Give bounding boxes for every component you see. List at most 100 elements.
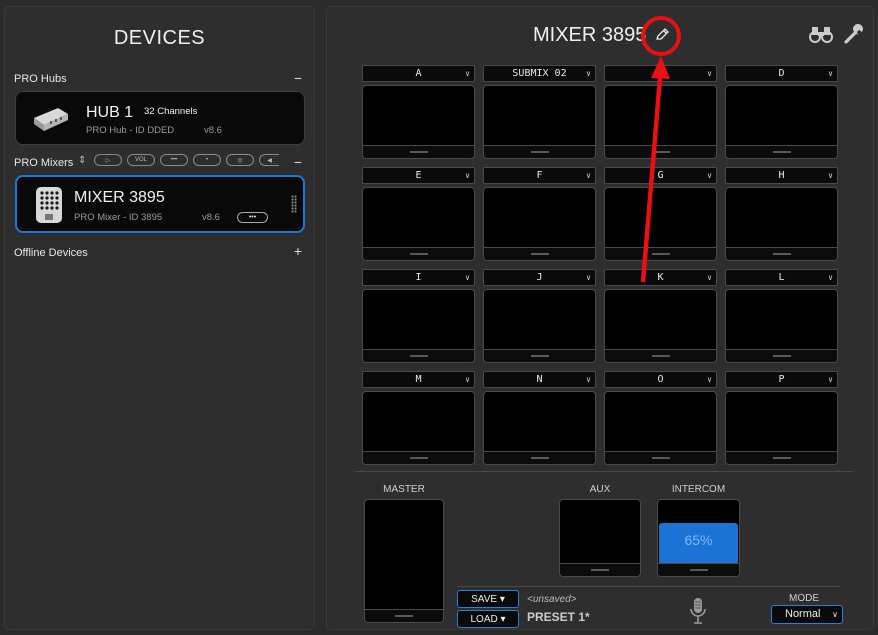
channel-tile[interactable] (604, 289, 717, 363)
chevron-down-icon: ∨ (828, 273, 833, 282)
mode-select[interactable]: Normal ∨ (771, 605, 843, 624)
channel-tile[interactable] (725, 391, 838, 465)
channel-tile[interactable] (725, 85, 838, 159)
meter-filter-icon[interactable]: ••• (160, 154, 188, 166)
chevron-down-icon: ∨ (586, 375, 591, 384)
collapse-hubs-button[interactable]: − (294, 70, 302, 86)
channel-handle[interactable] (605, 145, 716, 158)
channel-name-select[interactable]: J ∨ (483, 269, 596, 286)
channel-strip: SUBMIX 02 ∨ (483, 65, 596, 159)
channel-tile[interactable] (604, 85, 717, 159)
channel-handle[interactable] (363, 247, 474, 260)
sort-icon[interactable]: ⇕ (78, 155, 86, 166)
camera-filter-icon[interactable]: ◎ (226, 154, 254, 166)
channel-label: O (657, 374, 664, 385)
channel-handle[interactable] (484, 145, 595, 158)
channel-name-select[interactable]: I ∨ (362, 269, 475, 286)
chevron-down-icon: ∨ (828, 171, 833, 180)
channel-handle[interactable] (484, 349, 595, 362)
channel-label: A (415, 68, 422, 79)
channel-name-select[interactable]: ∨ (604, 65, 717, 82)
knob-filter-icon[interactable]: • (193, 154, 221, 166)
channel-name-select[interactable]: E ∨ (362, 167, 475, 184)
channel-strip: K ∨ (604, 269, 717, 363)
aux-handle[interactable] (560, 563, 640, 576)
pencil-icon[interactable] (654, 27, 670, 43)
chevron-down-icon: ∨ (586, 171, 591, 180)
load-button[interactable]: LOAD ▾ (457, 610, 519, 628)
wrench-icon[interactable] (843, 23, 867, 45)
channel-label: J (536, 272, 543, 283)
channel-tile[interactable] (362, 289, 475, 363)
master-handle[interactable] (365, 609, 443, 622)
channel-name-select[interactable]: H ∨ (725, 167, 838, 184)
hub-card[interactable]: HUB 1 32 Channels PRO Hub - ID DDED v8.6 (15, 91, 305, 145)
binoculars-icon[interactable] (809, 23, 833, 45)
channel-handle[interactable] (726, 349, 837, 362)
channel-tile[interactable] (483, 289, 596, 363)
channel-label: F (536, 170, 543, 181)
channel-label: K (657, 272, 664, 283)
chevron-down-icon: ∨ (707, 273, 712, 282)
channel-tile[interactable] (483, 85, 596, 159)
channel-name-select[interactable]: D ∨ (725, 65, 838, 82)
channel-tile[interactable] (362, 187, 475, 261)
channel-tile[interactable] (725, 187, 838, 261)
channel-name-select[interactable]: P ∨ (725, 371, 838, 388)
mixer-card[interactable]: MIXER 3895 PRO Mixer - ID 3895 v8.6 ••• (15, 175, 305, 233)
offline-devices-label: Offline Devices (14, 247, 88, 259)
channel-name-select[interactable]: K ∨ (604, 269, 717, 286)
more-options-button[interactable]: ••• (237, 212, 268, 223)
channel-name-select[interactable]: M ∨ (362, 371, 475, 388)
speaker-filter-icon[interactable]: ◀ (259, 154, 279, 166)
channel-handle[interactable] (484, 451, 595, 464)
aux-bus[interactable] (559, 499, 641, 577)
play-filter-icon[interactable]: ▷ (94, 154, 122, 166)
channel-strip: A ∨ (362, 65, 475, 159)
channel-strip: L ∨ (725, 269, 838, 363)
channel-tile[interactable] (483, 187, 596, 261)
channel-name-select[interactable]: SUBMIX 02 ∨ (483, 65, 596, 82)
channel-tile[interactable] (362, 391, 475, 465)
drag-handle-icon[interactable] (291, 195, 297, 213)
channel-name-select[interactable]: O ∨ (604, 371, 717, 388)
channel-tile[interactable] (725, 289, 838, 363)
channel-handle[interactable] (363, 451, 474, 464)
hub-channels: 32 Channels (144, 106, 198, 117)
channel-name-select[interactable]: L ∨ (725, 269, 838, 286)
mixer-device-icon (36, 187, 62, 223)
channel-name-select[interactable]: A ∨ (362, 65, 475, 82)
channel-handle[interactable] (605, 247, 716, 260)
channel-handle[interactable] (605, 451, 716, 464)
intercom-bus[interactable]: 65% (657, 499, 740, 577)
channel-handle[interactable] (726, 451, 837, 464)
channel-tile[interactable] (483, 391, 596, 465)
mode-label: MODE (789, 593, 819, 604)
collapse-mixers-button[interactable]: − (294, 154, 302, 170)
channel-name-select[interactable]: N ∨ (483, 371, 596, 388)
pro-mixers-label: PRO Mixers (14, 157, 74, 169)
channel-handle[interactable] (363, 145, 474, 158)
channel-tile[interactable] (604, 187, 717, 261)
intercom-handle[interactable] (658, 563, 739, 576)
channel-handle[interactable] (363, 349, 474, 362)
channel-handle[interactable] (484, 247, 595, 260)
channel-strip: J ∨ (483, 269, 596, 363)
channel-name-select[interactable]: F ∨ (483, 167, 596, 184)
save-button[interactable]: SAVE ▾ (457, 590, 519, 608)
channel-tile[interactable] (604, 391, 717, 465)
channel-name-select[interactable]: G ∨ (604, 167, 717, 184)
add-offline-device-button[interactable]: + (294, 243, 302, 259)
chevron-down-icon: ∨ (586, 273, 591, 282)
channel-strip: ∨ (604, 65, 717, 159)
master-bus[interactable] (364, 499, 444, 623)
channel-tile[interactable] (362, 85, 475, 159)
channel-handle[interactable] (605, 349, 716, 362)
unsaved-status: <unsaved> (527, 594, 577, 605)
channel-handle[interactable] (726, 247, 837, 260)
channel-handle[interactable] (726, 145, 837, 158)
channel-label: D (778, 68, 785, 79)
channel-strip: O ∨ (604, 371, 717, 465)
volume-filter-icon[interactable]: VOL (127, 154, 155, 166)
microphone-icon[interactable] (689, 597, 707, 625)
